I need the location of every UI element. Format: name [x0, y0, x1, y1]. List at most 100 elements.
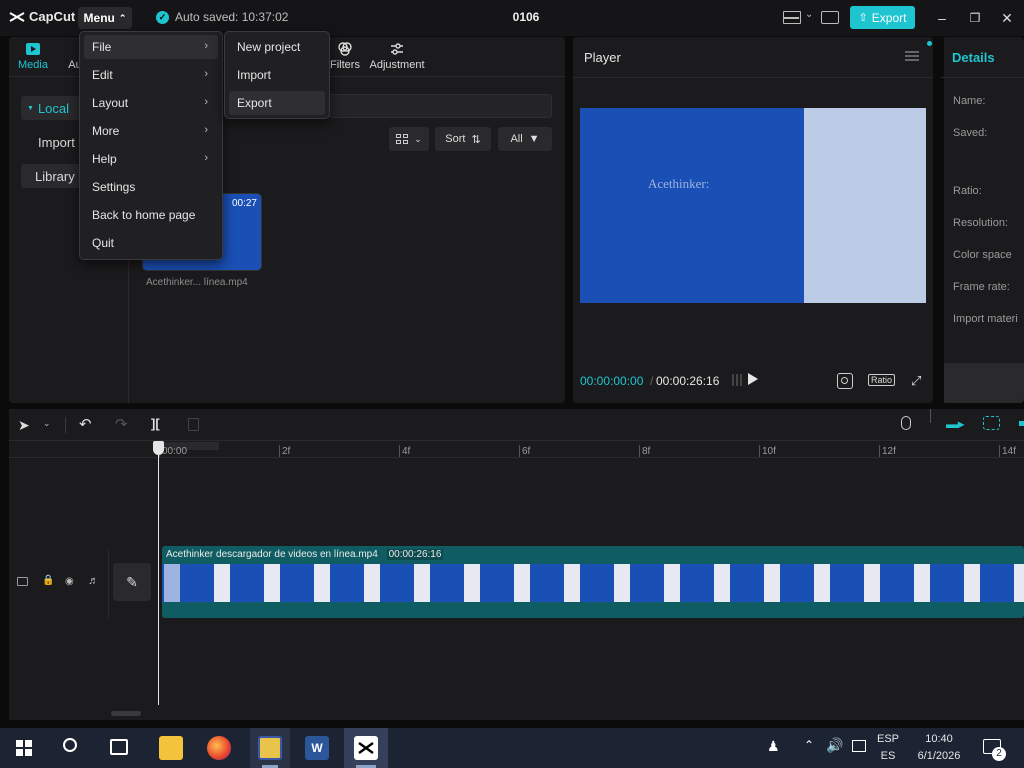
windows-start-icon[interactable]: [16, 740, 32, 756]
video-clip[interactable]: Acethinker descargador de videos en líne…: [162, 546, 1024, 618]
menu-item-layout[interactable]: Layout ›: [84, 91, 218, 115]
capcut-glyph-icon: [358, 742, 374, 754]
chevron-down-icon[interactable]: ⌄: [805, 9, 813, 20]
menu-item-label: Layout: [92, 96, 129, 110]
ruler-tick: [639, 445, 640, 457]
menu-label: Menu: [83, 11, 115, 25]
chevron-up-icon[interactable]: ⌃: [804, 738, 814, 752]
divider: [573, 77, 933, 78]
search-icon[interactable]: [63, 738, 77, 752]
language-primary[interactable]: ESP: [876, 733, 900, 745]
microphone-icon[interactable]: [901, 416, 911, 430]
tab-adjustment[interactable]: Adjustment: [366, 41, 428, 71]
menu-item-back-home[interactable]: Back to home page: [84, 203, 218, 227]
close-icon[interactable]: ✕: [997, 8, 1017, 28]
divider: [941, 77, 1024, 78]
zoom-fit-icon[interactable]: [837, 373, 853, 389]
shortcuts-icon[interactable]: [821, 11, 839, 24]
file-explorer-icon[interactable]: [159, 736, 183, 760]
ruler-tick: [519, 445, 520, 457]
ruler-label: 8f: [642, 446, 651, 457]
clock-date[interactable]: 6/1/2026: [912, 750, 966, 762]
select-tool-icon[interactable]: ➤: [18, 417, 30, 434]
minimize-icon[interactable]: –: [932, 8, 952, 28]
ruler-divider: [9, 457, 1024, 458]
volume-icon[interactable]: ♬: [88, 575, 99, 587]
menu-item-settings[interactable]: Settings: [84, 175, 218, 199]
language-secondary[interactable]: ES: [876, 750, 900, 762]
ruler-tick: [399, 445, 400, 457]
grid-icon: [396, 134, 409, 144]
menu-item-edit[interactable]: Edit ›: [84, 63, 218, 87]
play-icon[interactable]: [748, 373, 758, 385]
menu-item-help[interactable]: Help ›: [84, 147, 218, 171]
frame: [714, 564, 730, 602]
divider: [65, 417, 66, 433]
detail-ratio-label: Ratio:: [953, 185, 982, 197]
lock-icon[interactable]: 🔒: [42, 575, 54, 586]
autosave-status: ✓ Auto saved: 10:37:02: [156, 10, 288, 24]
network-icon[interactable]: [852, 740, 866, 752]
file-submenu: New project Import Export: [224, 31, 330, 119]
caret-down-icon: ▼: [27, 104, 34, 112]
sticky-app-icon[interactable]: [258, 736, 282, 760]
submenu-item-import[interactable]: Import: [229, 63, 325, 87]
export-button[interactable]: ⇧ Export: [850, 6, 915, 29]
firefox-icon[interactable]: [207, 736, 231, 760]
ruler-label: 14f: [1002, 446, 1016, 457]
redo-icon[interactable]: ↷: [115, 415, 128, 433]
ruler-tick: [279, 445, 280, 457]
playhead-handle[interactable]: [153, 441, 164, 455]
fullscreen-icon[interactable]: ⤢: [911, 373, 921, 389]
ruler-tick: [759, 445, 760, 457]
ruler-tick: [879, 445, 880, 457]
menu-item-file[interactable]: File ›: [84, 35, 218, 59]
eye-icon[interactable]: ◉: [65, 576, 74, 587]
search-input[interactable]: [329, 94, 552, 118]
frame: [314, 564, 330, 602]
sort-label: Sort: [445, 133, 466, 145]
hamburger-icon[interactable]: [905, 51, 919, 61]
details-footer: [944, 363, 1024, 403]
clock-time[interactable]: 10:40: [912, 733, 966, 745]
clip-label-duration: 00:00:26:16: [386, 549, 444, 560]
main-menu-dropdown: File › Edit › Layout › More › Help › Set…: [79, 31, 223, 260]
split-icon[interactable]: ][: [151, 416, 160, 431]
chevron-down-icon[interactable]: ⌄: [43, 418, 51, 429]
preview-axis-icon[interactable]: [1019, 421, 1024, 426]
ruler-label: 6f: [522, 446, 531, 457]
chevron-down-icon: ⌄: [414, 133, 422, 144]
snap-icon[interactable]: [983, 416, 1000, 430]
filter-button[interactable]: All ▼: [498, 127, 552, 151]
volume-icon[interactable]: 🔊: [826, 737, 843, 754]
video-preview-overlay: [804, 108, 926, 303]
sidebar-local-label: Local: [37, 100, 70, 116]
people-icon[interactable]: ♟: [767, 738, 780, 755]
delete-icon[interactable]: [188, 418, 199, 431]
notification-dot: [927, 41, 932, 46]
restore-icon[interactable]: ❐: [965, 8, 985, 28]
ruler-label: 4f: [402, 446, 411, 457]
capcut-taskbar-icon[interactable]: [354, 736, 378, 760]
view-mode-button[interactable]: ⌄: [389, 127, 429, 151]
edit-cover-icon[interactable]: ✎: [113, 563, 151, 601]
cover-icon[interactable]: [17, 577, 28, 586]
timeline-scrollbar[interactable]: [111, 711, 141, 716]
submenu-item-export[interactable]: Export: [229, 91, 325, 115]
word-icon[interactable]: W: [305, 736, 329, 760]
menu-item-quit[interactable]: Quit: [84, 231, 218, 255]
sort-button[interactable]: Sort ⇅: [435, 127, 491, 151]
link-icon[interactable]: ▬▸: [946, 417, 964, 431]
layout-icon[interactable]: [783, 11, 801, 24]
frame: [214, 564, 230, 602]
menu-button[interactable]: Menu ⌃: [78, 7, 132, 29]
clip-label: Acethinker descargador de videos en líne…: [166, 549, 444, 560]
submenu-item-new-project[interactable]: New project: [229, 35, 325, 59]
tab-media[interactable]: Media: [17, 41, 49, 71]
sidebar-import-label: Import: [38, 134, 75, 150]
undo-icon[interactable]: ↶: [79, 415, 92, 433]
menu-item-more[interactable]: More ›: [84, 119, 218, 143]
ratio-button[interactable]: Ratio: [868, 374, 896, 386]
task-view-icon[interactable]: [110, 739, 128, 755]
tab-filters[interactable]: Filters: [325, 41, 365, 71]
